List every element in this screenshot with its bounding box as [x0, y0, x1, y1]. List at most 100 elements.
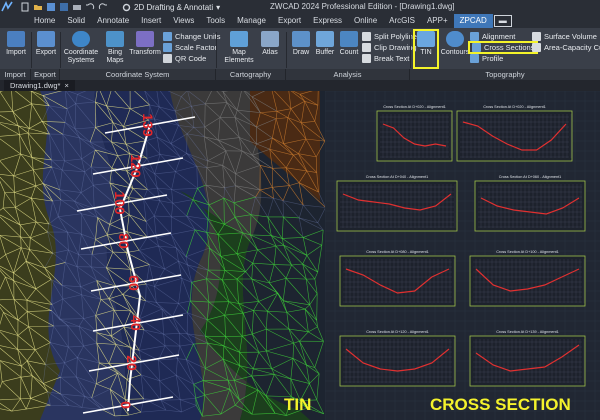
tin-label: TIN: [420, 49, 432, 56]
tab-insert[interactable]: Insert: [135, 14, 167, 28]
tab-export[interactable]: Export: [272, 14, 307, 28]
mesh-edge: [271, 358, 294, 370]
tab-tools[interactable]: Tools: [200, 14, 231, 28]
mesh-edge: [308, 326, 318, 333]
contours-button[interactable]: Contours: [440, 31, 470, 57]
transform-button[interactable]: Transform: [129, 31, 161, 57]
split-polyline-button[interactable]: Split Polyline: [362, 32, 417, 41]
sheet-frame: [339, 335, 456, 387]
mesh-edge: [251, 263, 254, 280]
buffer-button[interactable]: Buffer: [313, 31, 337, 57]
sheet-frame: [469, 255, 586, 307]
change-units-button[interactable]: Change Units: [163, 32, 220, 41]
section-title: Cross Section At D+139 - Alignment1: [496, 330, 559, 334]
surface-volume-button[interactable]: Surface Volume: [532, 32, 597, 41]
tab-solid[interactable]: Solid: [61, 14, 91, 28]
profile-button[interactable]: Profile: [470, 54, 503, 63]
tab-arcgis[interactable]: ArcGIS: [383, 14, 421, 28]
export-icon: [37, 31, 55, 47]
tab-express[interactable]: Express: [307, 14, 348, 28]
area-capacity-button[interactable]: Area-Capacity Curve: [532, 43, 600, 52]
undo-icon[interactable]: [85, 2, 95, 12]
workspace-selector[interactable]: 2D Drafting & Annotati ▾: [122, 3, 220, 12]
mesh-edge: [251, 368, 254, 377]
tab-manage[interactable]: Manage: [231, 14, 272, 28]
draw-label: Draw: [292, 49, 310, 56]
file-tab-drawing1[interactable]: Drawing1.dwg* ×: [4, 80, 75, 91]
map-elements-button[interactable]: Map Elements: [222, 31, 256, 65]
clip-drawing-button[interactable]: Clip Drawing: [362, 43, 417, 52]
mesh-edge: [309, 304, 318, 321]
transform-icon: [136, 31, 154, 47]
cross-sections-button[interactable]: Cross Sections: [467, 41, 539, 54]
sheet-frame: [376, 110, 453, 162]
mesh-edge: [291, 264, 307, 280]
mesh-edge: [282, 238, 308, 256]
redo-icon[interactable]: [98, 2, 108, 12]
buffer-label: Buffer: [315, 49, 335, 56]
mesh-edge: [267, 310, 290, 330]
save-as-icon[interactable]: [59, 2, 69, 12]
tab-ribbon-toggle[interactable]: ▬: [493, 14, 513, 28]
coordinate-systems-button[interactable]: Coordinate Systems: [62, 31, 100, 65]
cross-section-sheet: Cross Section At D+060 - Alignment1: [474, 175, 586, 232]
mesh-edge: [245, 262, 253, 272]
group-import: Import: [0, 69, 31, 80]
break-text-button[interactable]: Break Text: [362, 54, 409, 63]
mesh-edge: [283, 216, 304, 238]
mesh-edge: [258, 292, 278, 302]
mesh-edge: [266, 350, 294, 359]
tab-views[interactable]: Views: [167, 14, 200, 28]
section-title: Cross Section At D+080 - Alignment1: [366, 250, 429, 254]
mesh-edge: [293, 340, 300, 344]
save-icon[interactable]: [46, 2, 56, 12]
mesh-edge: [304, 304, 310, 310]
draw-button[interactable]: Draw: [290, 31, 312, 57]
atlas-button[interactable]: Atlas: [258, 31, 282, 57]
mesh-edge: [298, 217, 304, 238]
mesh-edge: [251, 374, 275, 377]
mesh-edge: [282, 185, 290, 201]
mesh-edge: [259, 187, 273, 191]
mesh-edge: [306, 255, 318, 273]
mesh-edge: [306, 244, 323, 256]
cross-section-sheet: Cross Section At D+020 - Alignment1: [456, 105, 573, 162]
open-file-icon[interactable]: [33, 2, 43, 12]
divider: [410, 32, 411, 68]
tin-caption: TIN: [284, 395, 312, 414]
mesh-edge: [252, 249, 258, 264]
group-analysis: Analysis: [286, 69, 410, 80]
qr-code-button[interactable]: QR Code: [163, 54, 206, 63]
clip-icon: [362, 43, 371, 52]
export-button[interactable]: Export: [34, 31, 58, 57]
alignment-button[interactable]: Alignment: [470, 32, 515, 41]
tin-button[interactable]: TIN: [413, 29, 439, 69]
cross-section-panel: Cross Section At D+020 - Alignment1 Cross…: [325, 91, 600, 420]
mesh-edge: [259, 165, 273, 188]
new-file-icon[interactable]: [20, 2, 30, 12]
print-icon[interactable]: [72, 2, 82, 12]
drawing-canvas[interactable]: 139 120 100 80 60 40 20 0 Cross Section At D+02…: [0, 91, 600, 420]
close-icon[interactable]: ×: [64, 80, 68, 91]
alignment-icon: [470, 32, 479, 41]
map-elements-icon: [230, 31, 248, 47]
app-logo-icon[interactable]: [0, 0, 14, 14]
mesh-edge: [298, 204, 304, 219]
map-elements-label: Map Elements: [224, 49, 254, 64]
gear-icon: [122, 3, 131, 11]
scale-factor-button[interactable]: Scale Factor: [163, 43, 217, 52]
mesh-edge: [243, 310, 254, 314]
mesh-edge: [283, 244, 303, 265]
tab-online[interactable]: Online: [348, 14, 383, 28]
tab-app-plus[interactable]: APP+: [421, 14, 454, 28]
bing-maps-button[interactable]: Bing Maps: [102, 31, 128, 65]
import-button[interactable]: Import: [4, 31, 28, 57]
station-label: 0: [118, 401, 134, 409]
tab-zpcad[interactable]: ZPCAD: [453, 14, 493, 28]
count-button[interactable]: Count: [338, 31, 360, 57]
section-title: Cross Section At D+020 - Alignment1: [383, 105, 446, 109]
mesh-edge: [253, 310, 267, 330]
tab-home[interactable]: Home: [28, 14, 61, 28]
tab-annotate[interactable]: Annotate: [91, 14, 135, 28]
mesh-edge: [257, 249, 275, 265]
